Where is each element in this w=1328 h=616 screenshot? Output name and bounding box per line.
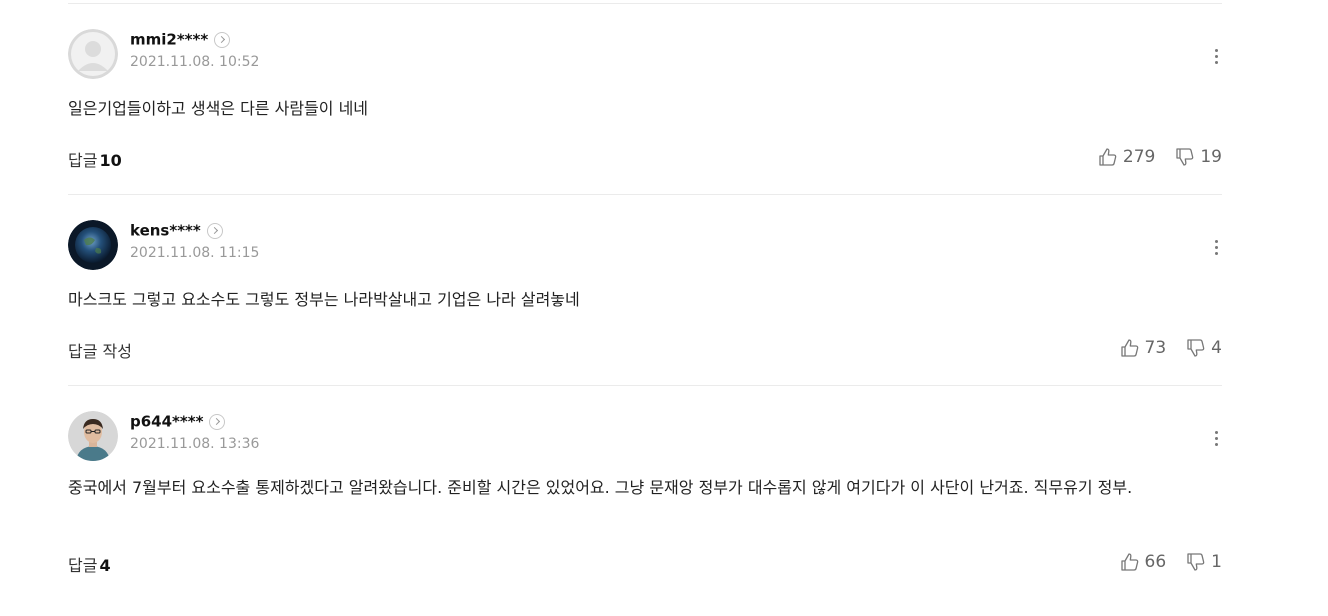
like-button[interactable]: 66	[1120, 552, 1167, 572]
dislike-count: 4	[1211, 338, 1222, 358]
vote-group: 66 1	[1120, 552, 1222, 572]
comment-text: 마스크도 그렇고 요소수도 그렇도 정부는 나라박살내고 기업은 나라 살려놓네	[68, 290, 580, 309]
comment-date: 2021.11.08. 10:52	[130, 53, 260, 70]
chevron-right-icon[interactable]	[214, 31, 231, 48]
more-options-icon[interactable]	[1210, 235, 1222, 261]
comment-date: 2021.11.08. 11:15	[130, 244, 260, 261]
comment-text: 중국에서 7월부터 요소수출 통제하겠다고 알려왔습니다. 준비할 시간은 있었…	[68, 478, 1133, 497]
chevron-right-icon[interactable]	[206, 222, 223, 239]
reply-count: 10	[99, 151, 122, 170]
comment-date: 2021.11.08. 13:36	[130, 435, 260, 452]
comment-list: mmi2**** 2021.11.08. 10:52 일은기업들이하고 생색은 …	[68, 0, 1222, 608]
reply-label: 답글	[68, 151, 98, 170]
username[interactable]: kens****	[130, 222, 201, 240]
dislike-count: 19	[1200, 147, 1222, 167]
thumbs-down-icon	[1187, 339, 1205, 357]
like-count: 279	[1122, 147, 1156, 167]
dislike-button[interactable]: 1	[1186, 552, 1222, 572]
dislike-button[interactable]: 19	[1175, 147, 1222, 167]
thumbs-up-icon	[1120, 339, 1138, 357]
reply-button[interactable]: 답글 작성	[68, 338, 132, 362]
comment-text: 일은기업들이하고 생색은 다른 사람들이 네네	[68, 99, 369, 118]
reply-button[interactable]: 답글 4	[68, 552, 111, 576]
more-options-icon[interactable]	[1210, 426, 1222, 452]
reply-label: 답글 작성	[68, 342, 132, 361]
thumbs-down-icon	[1187, 553, 1205, 571]
person-avatar-icon[interactable]	[68, 411, 118, 461]
dislike-count: 1	[1211, 552, 1222, 572]
default-avatar-icon[interactable]	[68, 29, 118, 79]
dislike-button[interactable]: 4	[1186, 338, 1222, 358]
vote-group: 279 19	[1098, 147, 1222, 167]
like-count: 66	[1144, 552, 1167, 572]
username[interactable]: mmi2****	[130, 31, 208, 49]
reply-count: 4	[99, 556, 111, 575]
more-options-icon[interactable]	[1210, 44, 1222, 70]
comment-item: p644**** 2021.11.08. 13:36 중국에서 7월부터 요소수…	[68, 386, 1222, 608]
thumbs-up-icon	[1120, 553, 1138, 571]
vote-group: 73 4	[1120, 338, 1222, 358]
comment-item: kens**** 2021.11.08. 11:15 마스크도 그렇고 요소수도…	[68, 195, 1222, 386]
reply-button[interactable]: 답글 10	[68, 147, 122, 171]
comment-meta: p644**** 2021.11.08. 13:36	[130, 411, 259, 452]
like-button[interactable]: 279	[1098, 147, 1155, 167]
username[interactable]: p644****	[130, 413, 203, 431]
comment-meta: mmi2**** 2021.11.08. 10:52	[130, 29, 259, 70]
like-count: 73	[1144, 338, 1167, 358]
comment-meta: kens**** 2021.11.08. 11:15	[130, 220, 259, 261]
earth-avatar-icon[interactable]	[68, 220, 118, 270]
comment-item: mmi2**** 2021.11.08. 10:52 일은기업들이하고 생색은 …	[68, 4, 1222, 195]
like-button[interactable]: 73	[1120, 338, 1167, 358]
reply-label: 답글	[68, 556, 98, 575]
thumbs-down-icon	[1176, 148, 1194, 166]
chevron-right-icon[interactable]	[209, 413, 226, 430]
thumbs-up-icon	[1099, 148, 1117, 166]
